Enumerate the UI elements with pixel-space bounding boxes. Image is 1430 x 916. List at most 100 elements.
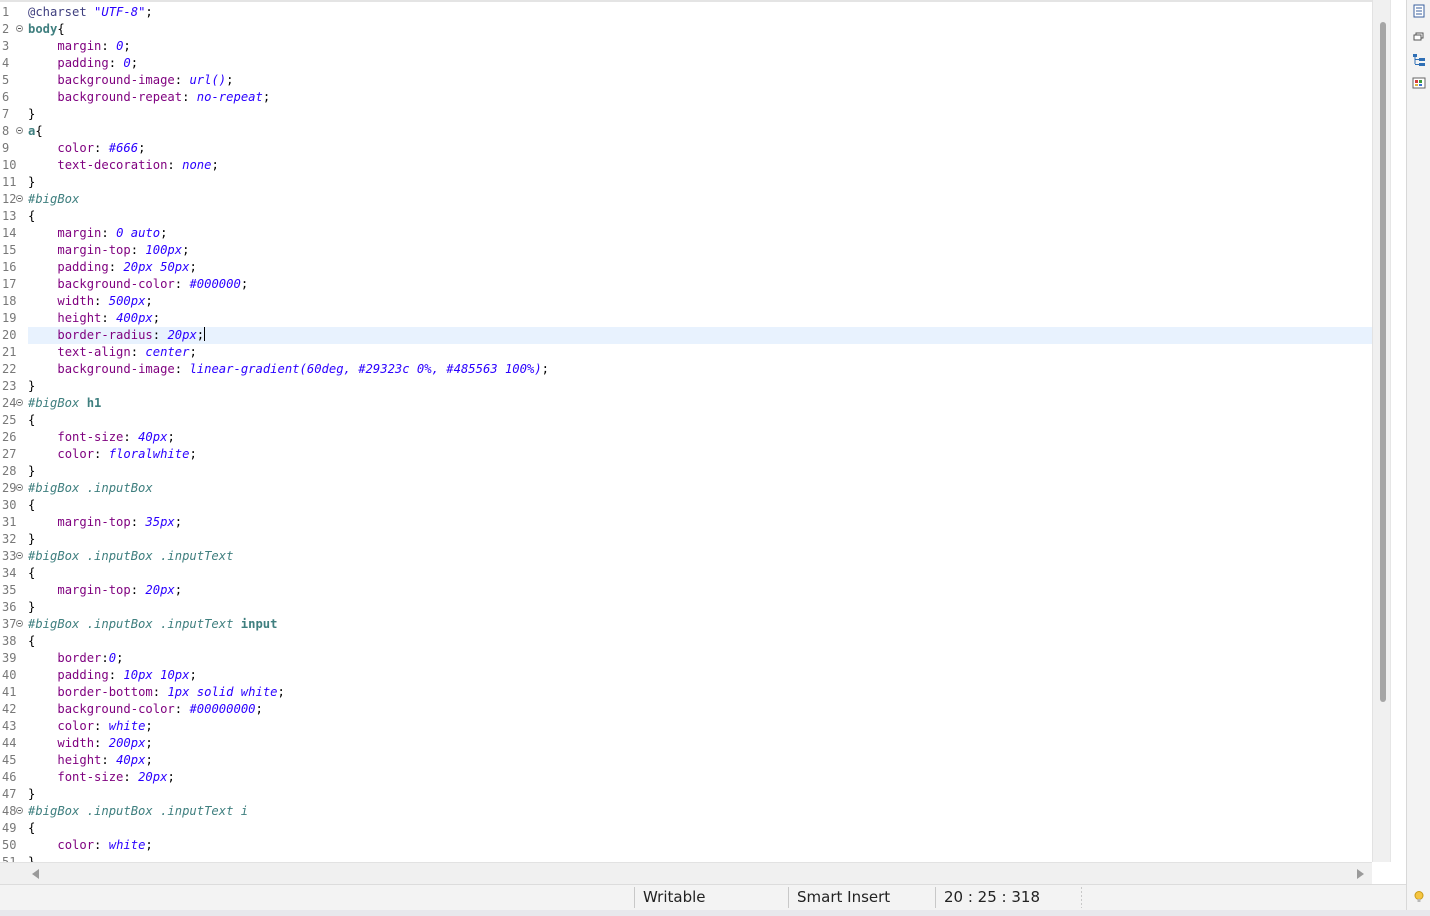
code-text[interactable]: margin-top: 20px;: [28, 582, 1372, 599]
fold-collapse-icon[interactable]: [16, 399, 23, 406]
code-line[interactable]: 30 {: [0, 497, 1372, 514]
code-text[interactable]: #bigBox h1: [28, 395, 1372, 412]
code-text[interactable]: font-size: 40px;: [28, 429, 1372, 446]
code-text[interactable]: {: [28, 565, 1372, 582]
code-text[interactable]: #bigBox .inputBox .inputText i: [28, 803, 1372, 820]
code-line[interactable]: 1 @charset "UTF-8";: [0, 4, 1372, 21]
vertical-scrollbar[interactable]: [1372, 0, 1390, 862]
fold-collapse-icon[interactable]: [16, 25, 23, 32]
code-line[interactable]: 49 {: [0, 820, 1372, 837]
fold-collapse-icon[interactable]: [16, 807, 23, 814]
palette-icon[interactable]: [1412, 76, 1426, 90]
code-text[interactable]: background-color: #000000;: [28, 276, 1372, 293]
overview-ruler[interactable]: [1390, 0, 1406, 862]
code-text[interactable]: }: [28, 854, 1372, 862]
code-text[interactable]: {: [28, 208, 1372, 225]
code-line[interactable]: 9 color: #666;: [0, 140, 1372, 157]
code-line[interactable]: 33 #bigBox .inputBox .inputText: [0, 548, 1372, 565]
code-line[interactable]: 25 {: [0, 412, 1372, 429]
code-text[interactable]: }: [28, 378, 1372, 395]
code-line[interactable]: 45 height: 40px;: [0, 752, 1372, 769]
code-text[interactable]: #bigBox .inputBox .inputText: [28, 548, 1372, 565]
code-line[interactable]: 24 #bigBox h1: [0, 395, 1372, 412]
code-line[interactable]: 42 background-color: #00000000;: [0, 701, 1372, 718]
code-text[interactable]: height: 40px;: [28, 752, 1372, 769]
scroll-right-arrow-icon[interactable]: [1357, 869, 1364, 879]
code-text[interactable]: {: [28, 412, 1372, 429]
code-text[interactable]: color: #666;: [28, 140, 1372, 157]
code-text[interactable]: padding: 20px 50px;: [28, 259, 1372, 276]
scroll-left-arrow-icon[interactable]: [32, 869, 39, 879]
code-line[interactable]: 10 text-decoration: none;: [0, 157, 1372, 174]
code-text[interactable]: margin: 0;: [28, 38, 1372, 55]
code-text[interactable]: @charset "UTF-8";: [28, 4, 1372, 21]
fold-collapse-icon[interactable]: [16, 552, 23, 559]
code-line[interactable]: 5 background-image: url();: [0, 72, 1372, 89]
code-line[interactable]: 34 {: [0, 565, 1372, 582]
code-line[interactable]: 11}: [0, 174, 1372, 191]
code-line[interactable]: 3 margin: 0;: [0, 38, 1372, 55]
code-text[interactable]: }: [28, 531, 1372, 548]
horizontal-scrollbar[interactable]: [0, 862, 1372, 884]
code-line[interactable]: 50 color: white;: [0, 837, 1372, 854]
code-line[interactable]: 16 padding: 20px 50px;: [0, 259, 1372, 276]
fold-collapse-icon[interactable]: [16, 620, 23, 627]
code-line[interactable]: 20 border-radius: 20px;: [0, 327, 1372, 344]
code-text[interactable]: padding: 10px 10px;: [28, 667, 1372, 684]
code-text[interactable]: border-radius: 20px;: [28, 327, 1372, 344]
code-text[interactable]: margin: 0 auto;: [28, 225, 1372, 242]
code-text[interactable]: #bigBox: [28, 191, 1372, 208]
code-text[interactable]: #bigBox .inputBox .inputText input: [28, 616, 1372, 633]
code-line[interactable]: 17 background-color: #000000;: [0, 276, 1372, 293]
code-line[interactable]: 15 margin-top: 100px;: [0, 242, 1372, 259]
code-text[interactable]: background-repeat: no-repeat;: [28, 89, 1372, 106]
vertical-scroll-thumb[interactable]: [1380, 22, 1386, 702]
code-text[interactable]: }: [28, 599, 1372, 616]
code-line[interactable]: 2 body{: [0, 21, 1372, 38]
lightbulb-icon[interactable]: [1412, 890, 1426, 904]
code-text[interactable]: color: white;: [28, 837, 1372, 854]
code-text[interactable]: {: [28, 820, 1372, 837]
code-text[interactable]: padding: 0;: [28, 55, 1372, 72]
code-text[interactable]: color: floralwhite;: [28, 446, 1372, 463]
code-line[interactable]: 46 font-size: 20px;: [0, 769, 1372, 786]
code-text[interactable]: text-decoration: none;: [28, 157, 1372, 174]
code-line[interactable]: 41 border-bottom: 1px solid white;: [0, 684, 1372, 701]
code-text[interactable]: #bigBox .inputBox: [28, 480, 1372, 497]
code-text[interactable]: }: [28, 786, 1372, 803]
code-line[interactable]: 14 margin: 0 auto;: [0, 225, 1372, 242]
code-line[interactable]: 8 a{: [0, 123, 1372, 140]
outline-view-icon[interactable]: [1412, 4, 1426, 18]
code-text[interactable]: text-align: center;: [28, 344, 1372, 361]
code-line[interactable]: 4 padding: 0;: [0, 55, 1372, 72]
code-line[interactable]: 37 #bigBox .inputBox .inputText input: [0, 616, 1372, 633]
code-line[interactable]: 13 {: [0, 208, 1372, 225]
code-text[interactable]: margin-top: 100px;: [28, 242, 1372, 259]
code-line[interactable]: 48 #bigBox .inputBox .inputText i: [0, 803, 1372, 820]
code-editor[interactable]: 1 @charset "UTF-8"; 2 body{3 margin: 0; 4 pa…: [0, 0, 1372, 862]
insert-mode-status[interactable]: Smart Insert: [797, 885, 890, 910]
code-line[interactable]: 12 #bigBox: [0, 191, 1372, 208]
code-text[interactable]: }: [28, 174, 1372, 191]
code-text[interactable]: body{: [28, 21, 1372, 38]
code-text[interactable]: a{: [28, 123, 1372, 140]
code-text[interactable]: color: white;: [28, 718, 1372, 735]
code-line[interactable]: 36}: [0, 599, 1372, 616]
code-text[interactable]: margin-top: 35px;: [28, 514, 1372, 531]
cursor-position-status[interactable]: 20 : 25 : 318: [944, 885, 1040, 910]
code-text[interactable]: {: [28, 497, 1372, 514]
code-text[interactable]: {: [28, 633, 1372, 650]
code-text[interactable]: }: [28, 463, 1372, 480]
code-text[interactable]: width: 500px;: [28, 293, 1372, 310]
code-line[interactable]: 43 color: white;: [0, 718, 1372, 735]
code-line[interactable]: 19 height: 400px;: [0, 310, 1372, 327]
code-line[interactable]: 40 padding: 10px 10px;: [0, 667, 1372, 684]
code-line[interactable]: 47}: [0, 786, 1372, 803]
code-line[interactable]: 29 #bigBox .inputBox: [0, 480, 1372, 497]
code-line[interactable]: 38 {: [0, 633, 1372, 650]
code-text[interactable]: background-image: url();: [28, 72, 1372, 89]
fold-collapse-icon[interactable]: [16, 127, 23, 134]
fold-collapse-icon[interactable]: [16, 195, 23, 202]
code-text[interactable]: border-bottom: 1px solid white;: [28, 684, 1372, 701]
code-text[interactable]: }: [28, 106, 1372, 123]
